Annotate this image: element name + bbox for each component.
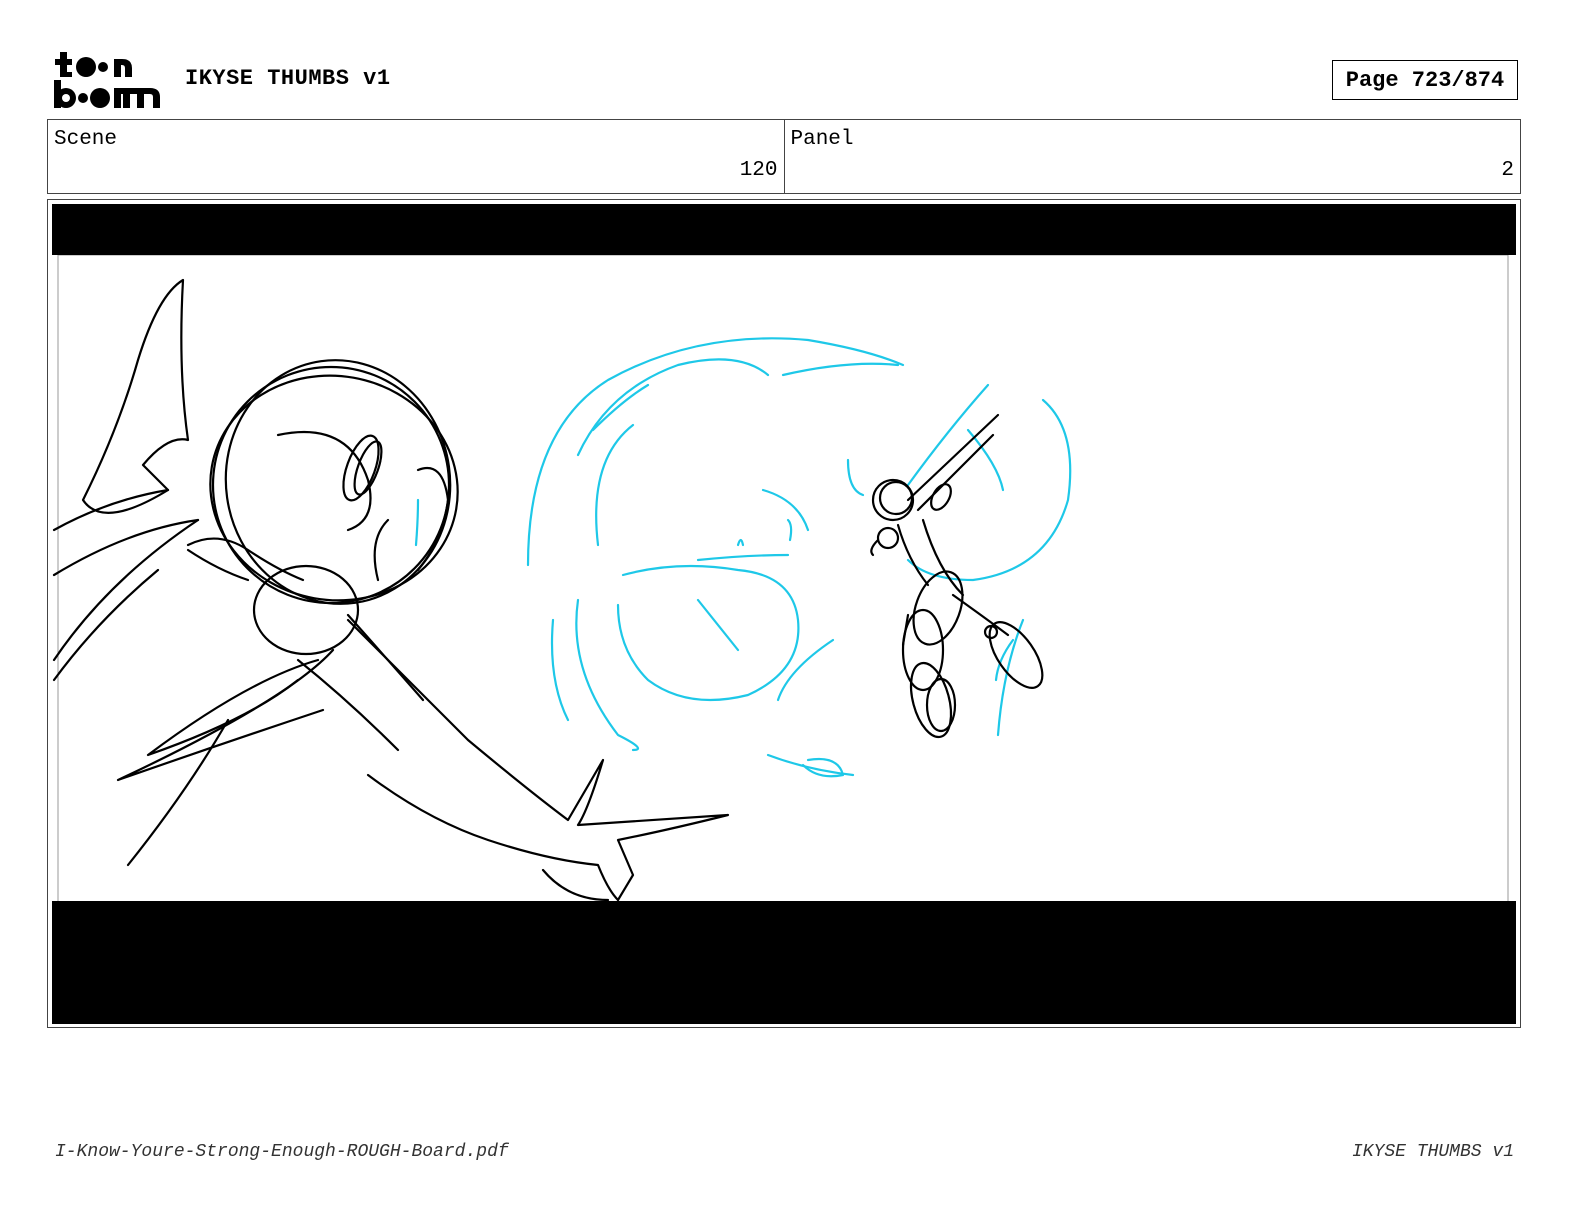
scene-number: 120 [739,159,778,182]
panel-label: Panel [790,128,854,151]
panel-cell: Panel 2 [783,120,1521,193]
scene-label: Scene [54,128,118,151]
panel-number: 2 [1501,159,1514,182]
toon-boom-logo-icon [52,50,164,112]
letterbox-top [52,204,1516,255]
storyboard-sketch-image [52,204,1516,1024]
footer-filename: I-Know-Youre-Strong-Enough-ROUGH-Board.p… [55,1142,509,1162]
letterbox-bottom [52,901,1516,1024]
small-figure-sketch [870,413,1044,739]
cyan-guide-sketch [414,337,1072,778]
footer-title: IKYSE THUMBS v1 [1351,1142,1514,1162]
scene-panel-info: Scene 120 Panel 2 [47,119,1521,194]
page-number-badge: Page 723/874 [1332,60,1518,100]
scene-cell: Scene 120 [48,120,784,193]
document-title: IKYSE THUMBS v1 [185,66,391,91]
storyboard-panel-frame [47,199,1521,1028]
foreground-figure-sketch [52,278,730,902]
